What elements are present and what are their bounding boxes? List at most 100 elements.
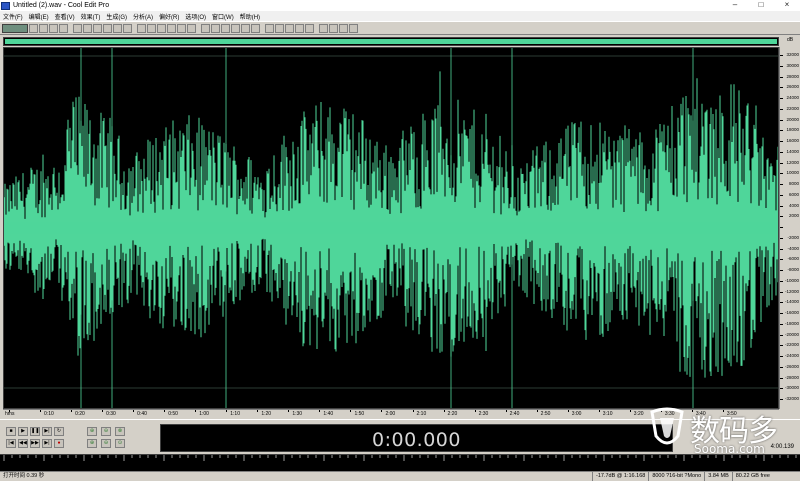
amplitude-label: 2000 [788, 213, 799, 219]
eq-icon[interactable] [265, 23, 274, 33]
menu-edit[interactable]: 编辑(E) [29, 12, 49, 21]
time-label: 1:40 [323, 411, 334, 417]
amplitude-tick [780, 302, 783, 304]
mix-paste-icon[interactable] [123, 23, 132, 33]
stretch-icon[interactable] [285, 23, 294, 33]
amplitude-tick [780, 55, 783, 56]
time-label: 2:00 [385, 411, 396, 417]
record-button[interactable]: ● [54, 439, 64, 448]
loop-button[interactable]: ↻ [54, 427, 64, 436]
waveform-display[interactable] [3, 47, 779, 409]
time-tick [164, 410, 166, 412]
close-window-button[interactable]: × [774, 0, 800, 11]
new-icon[interactable] [29, 23, 38, 33]
waveform-svg [4, 48, 778, 408]
amplitude-tick [780, 334, 783, 336]
overview-range[interactable] [5, 39, 777, 44]
multitrack-icon[interactable] [2, 23, 28, 33]
rewind-button[interactable]: ◀◀ [18, 439, 28, 448]
menu-effects[interactable]: 效果(T) [81, 12, 101, 21]
watermark-logo-icon [650, 407, 684, 445]
time-label: hms [5, 411, 15, 417]
menu-view[interactable]: 查看(V) [55, 12, 75, 21]
normalize-icon[interactable] [187, 23, 196, 33]
amplitude-label: -22000 [784, 342, 799, 348]
menu-generate[interactable]: 生成(G) [106, 12, 127, 21]
amplitude-label: 18000 [786, 127, 799, 133]
loop-icon[interactable] [157, 23, 166, 33]
status-cursor: -17.7dB @ 1:16.168 [592, 472, 648, 481]
pitch-icon[interactable] [275, 23, 284, 33]
zoom-in-h-button[interactable]: ⊕ [87, 427, 97, 436]
time-label: 1:50 [354, 411, 365, 417]
time-label: 1:00 [199, 411, 209, 417]
stop-button[interactable]: ■ [6, 427, 16, 436]
zoom-full-button[interactable]: ⊗ [115, 427, 125, 436]
filter-icon[interactable] [295, 23, 304, 33]
time-tick [505, 410, 507, 412]
settings-icon[interactable] [339, 23, 348, 33]
amplitude-tick [780, 130, 783, 132]
time-tick [381, 410, 383, 412]
status-message: 打开时间 0.39 秒 [3, 473, 45, 479]
go-start-button[interactable]: |◀ [6, 439, 16, 448]
menu-help[interactable]: 帮助(H) [240, 12, 260, 21]
help-icon[interactable] [349, 23, 358, 33]
paste-icon[interactable] [113, 23, 122, 33]
mark-icon[interactable] [177, 23, 186, 33]
dither-icon[interactable] [305, 23, 314, 33]
overview-bar[interactable] [3, 37, 779, 46]
go-end-button[interactable]: ▶| [42, 439, 52, 448]
amplitude-label: -4000 [787, 245, 799, 251]
status-format: 8000 ?16-bit ?Mono [648, 472, 704, 481]
menu-analyze[interactable]: 分析(A) [133, 12, 153, 21]
amplitude-tick [780, 227, 783, 228]
time-label: 0:10 [44, 411, 54, 417]
echo-icon[interactable] [251, 23, 260, 33]
undo-icon[interactable] [73, 23, 82, 33]
amplitude-tick [780, 76, 783, 78]
maximize-button[interactable]: □ [748, 0, 774, 11]
amplitude-tick [780, 173, 783, 175]
zoom-in-v-button[interactable]: ⊕ [87, 439, 97, 448]
analyze-icon[interactable] [329, 23, 338, 33]
trim-icon[interactable] [137, 23, 146, 33]
silence-icon[interactable] [147, 23, 156, 33]
save-icon[interactable] [49, 23, 58, 33]
amplitude-tick [780, 108, 783, 110]
menu-window[interactable]: 窗口(W) [212, 12, 234, 21]
amplitude-label: 30000 [786, 62, 799, 68]
open-icon[interactable] [39, 23, 48, 33]
time-tick [598, 410, 600, 412]
amplitude-label: 12000 [786, 159, 799, 165]
cut-icon[interactable] [93, 23, 102, 33]
fade-icon[interactable] [221, 23, 230, 33]
time-tick [629, 410, 631, 412]
time-label: 3:20 [633, 411, 644, 417]
spectral-icon[interactable] [319, 23, 328, 33]
play-to-end-button[interactable]: ▶| [42, 427, 52, 436]
zoom-out-v-button[interactable]: ⊖ [101, 439, 111, 448]
menu-file[interactable]: 文件(F) [3, 12, 23, 21]
envelope-icon[interactable] [211, 23, 220, 33]
close-icon[interactable] [59, 23, 68, 33]
menu-options[interactable]: 选项(O) [185, 12, 206, 21]
noise-icon[interactable] [231, 23, 240, 33]
amplitude-tick [780, 216, 783, 218]
zoom-out-h-button[interactable]: ⊖ [101, 427, 111, 436]
time-tick [257, 410, 259, 412]
minimize-button[interactable]: – [722, 0, 748, 11]
menu-favorites[interactable]: 偏好(R) [159, 12, 179, 21]
reverb-icon[interactable] [241, 23, 250, 33]
forward-button[interactable]: ▶▶ [30, 439, 40, 448]
zoom-sel-button[interactable]: ⊙ [115, 439, 125, 448]
pause-button[interactable]: ❚❚ [30, 427, 40, 436]
app-icon [1, 1, 10, 10]
play-button[interactable]: ▶ [18, 427, 28, 436]
copy-icon[interactable] [103, 23, 112, 33]
redo-icon[interactable] [83, 23, 92, 33]
amplitude-tick [780, 313, 783, 314]
cue-icon[interactable] [167, 23, 176, 33]
amplify-icon[interactable] [201, 23, 210, 33]
amplitude-tick [780, 141, 783, 142]
